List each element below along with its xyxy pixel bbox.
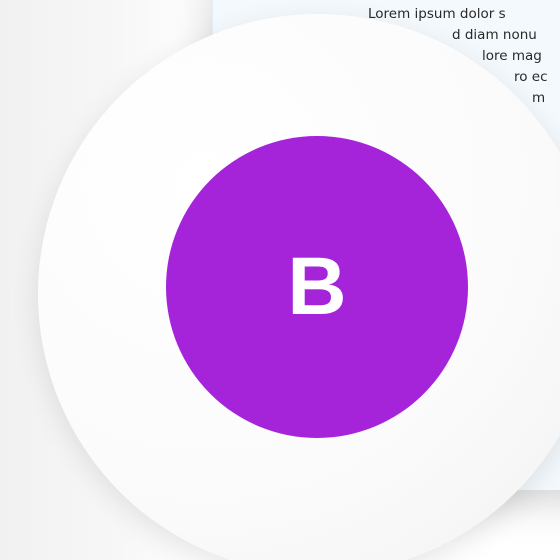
document-line: Lorem ipsum dolor s <box>368 6 506 22</box>
avatar-initial: B <box>287 241 347 332</box>
app-canvas: Lorem ipsum dolor s d diam nonu lore mag… <box>0 0 560 560</box>
avatar[interactable]: B <box>166 136 468 438</box>
